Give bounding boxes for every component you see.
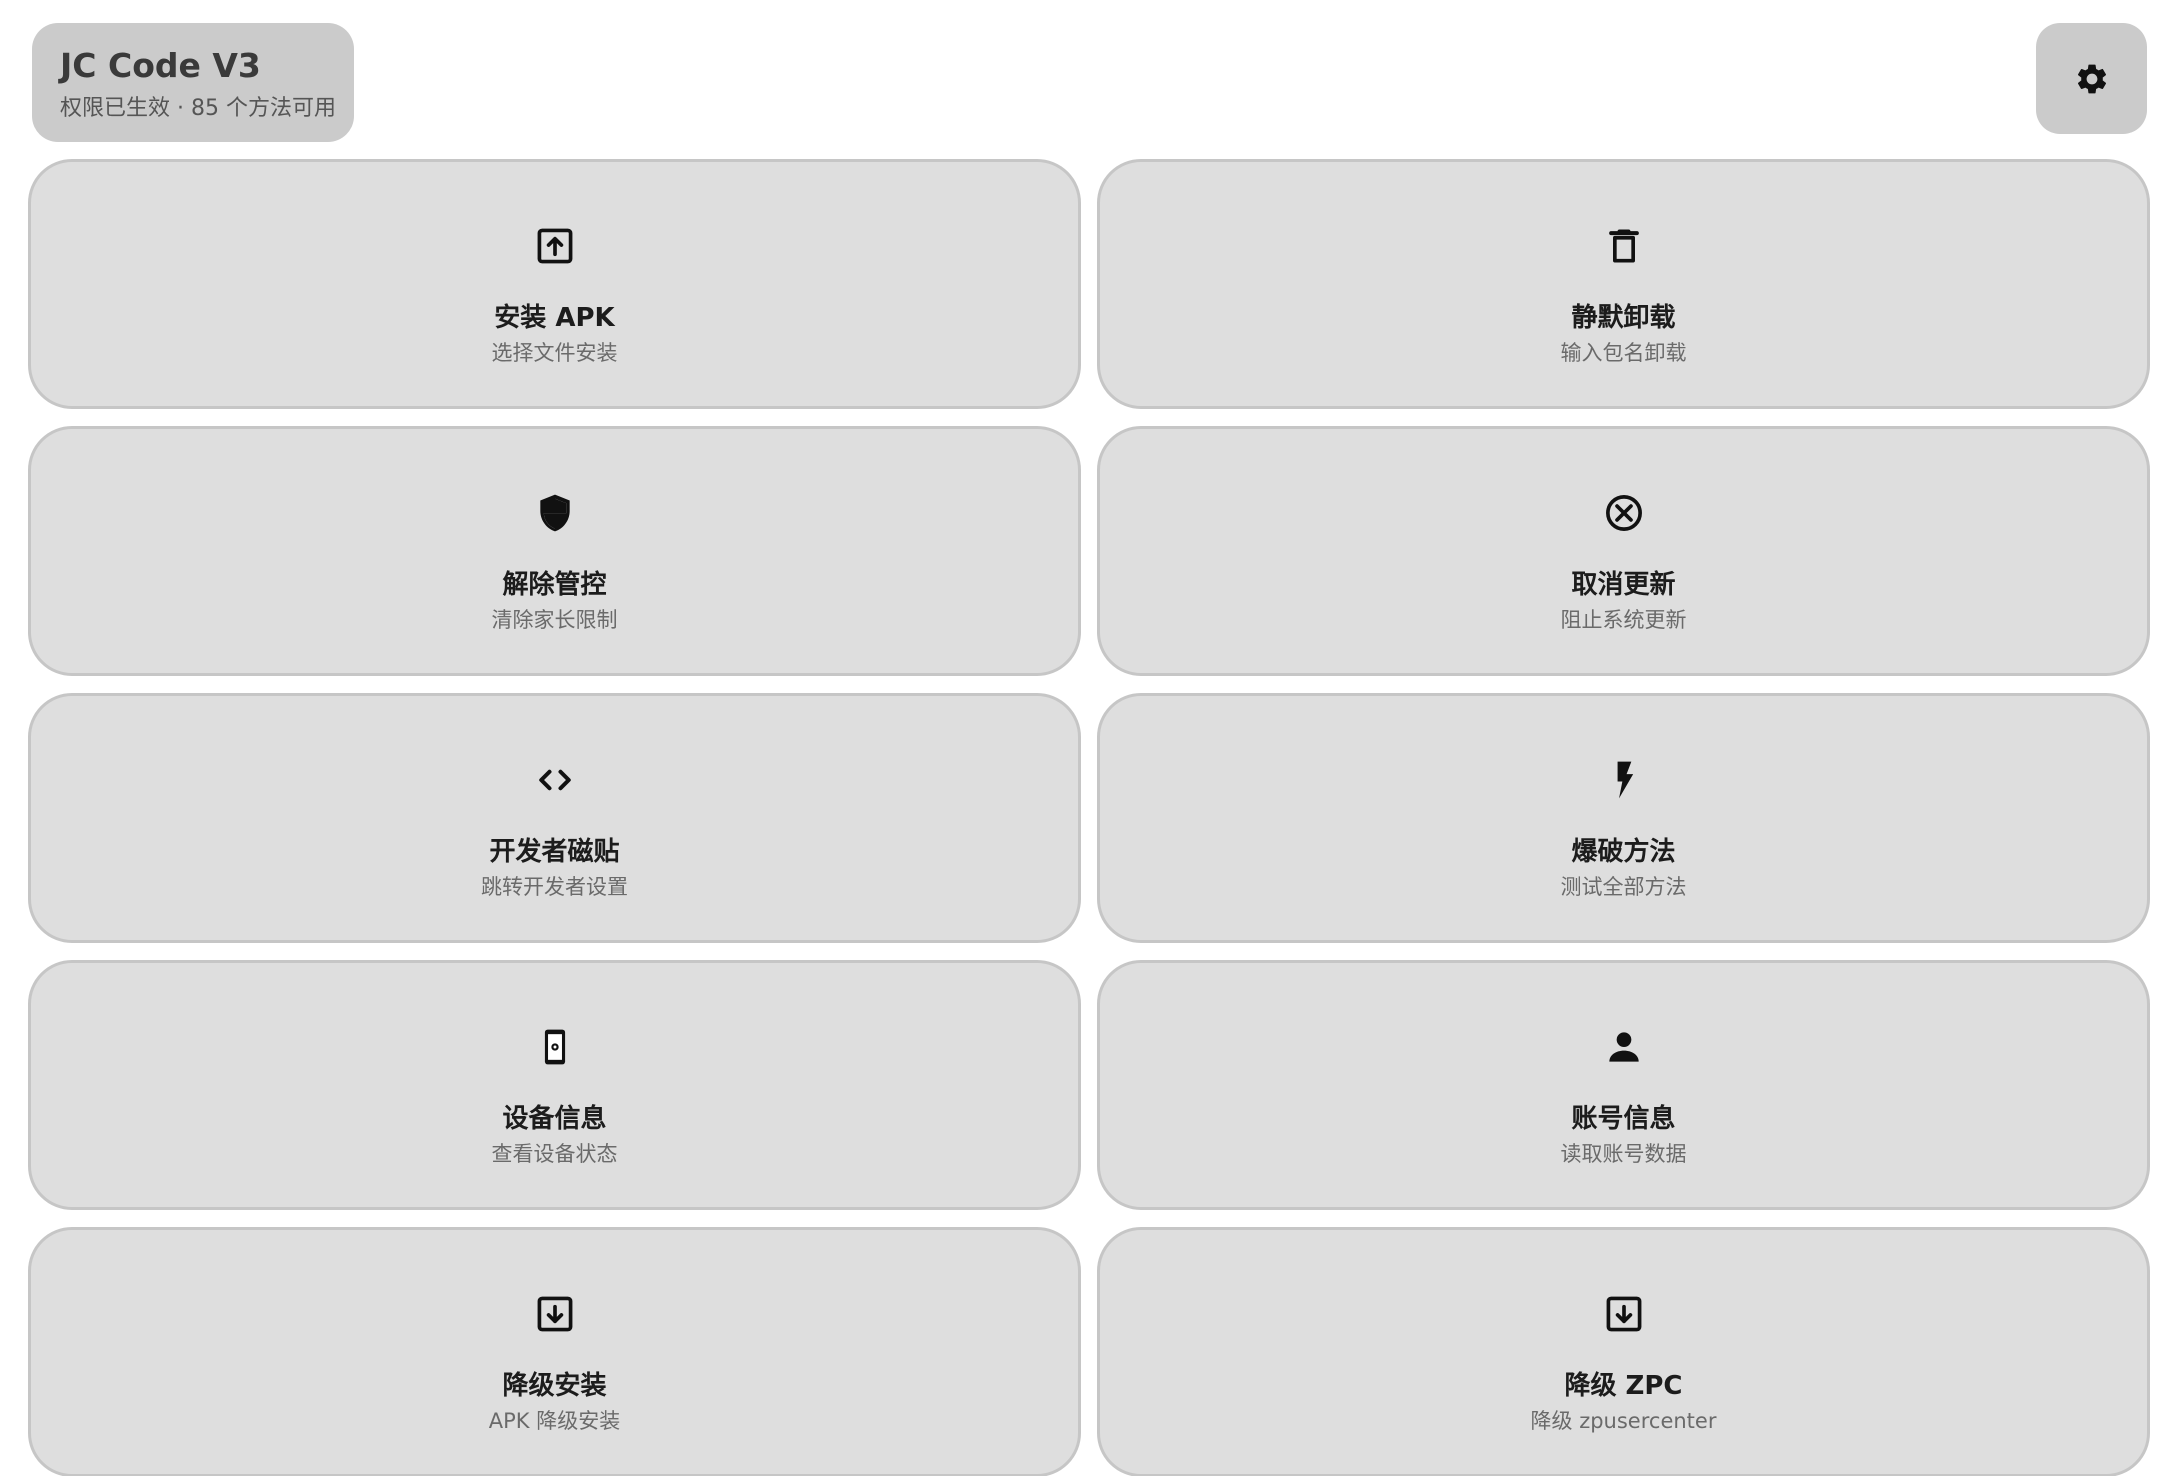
card-subtitle: 降级 zpusercenter: [1530, 1409, 1717, 1433]
settings-button[interactable]: [2036, 23, 2147, 134]
card-title: 取消更新: [1571, 570, 1676, 600]
app-header: JC Code V3 权限已生效 · 85 个方法可用: [32, 23, 354, 142]
account-info-card[interactable]: 账号信息 读取账号数据: [1097, 960, 2150, 1210]
phone-icon: [533, 1025, 577, 1069]
developer-tile-card[interactable]: 开发者磁贴 跳转开发者设置: [28, 693, 1081, 943]
app-title: JC Code V3: [60, 46, 261, 85]
downgrade-install-card[interactable]: 降级安装 APK 降级安装: [28, 1227, 1081, 1476]
action-grid: 安装 APK 选择文件安装 静默卸载 输入包名卸载 解除管控 清除家长限制 取消…: [28, 159, 2150, 1476]
app-screen: JC Code V3 权限已生效 · 85 个方法可用 安装 APK 选择文件安…: [0, 0, 2176, 1476]
card-title: 爆破方法: [1571, 837, 1676, 867]
cancel-update-card[interactable]: 取消更新 阻止系统更新: [1097, 426, 2150, 676]
card-subtitle: 输入包名卸载: [1560, 341, 1687, 365]
trash-icon: [1602, 224, 1646, 268]
card-subtitle: 测试全部方法: [1560, 875, 1687, 899]
brute-force-methods-card[interactable]: 爆破方法 测试全部方法: [1097, 693, 2150, 943]
device-info-card[interactable]: 设备信息 查看设备状态: [28, 960, 1081, 1210]
card-subtitle: 清除家长限制: [491, 608, 618, 632]
person-icon: [1602, 1025, 1646, 1069]
card-title: 降级安装: [502, 1371, 607, 1401]
lightning-icon: [1602, 758, 1646, 802]
shield-icon: [533, 491, 577, 535]
install-apk-card[interactable]: 安装 APK 选择文件安装: [28, 159, 1081, 409]
upload-box-icon: [533, 224, 577, 268]
silent-uninstall-card[interactable]: 静默卸载 输入包名卸载: [1097, 159, 2150, 409]
cancel-circle-icon: [1602, 491, 1646, 535]
card-title: 安装 APK: [494, 303, 615, 333]
card-title: 设备信息: [502, 1104, 607, 1134]
code-icon: [533, 758, 577, 802]
card-title: 解除管控: [502, 570, 607, 600]
remove-control-card[interactable]: 解除管控 清除家长限制: [28, 426, 1081, 676]
card-subtitle: 选择文件安装: [491, 341, 618, 365]
card-title: 账号信息: [1571, 1104, 1676, 1134]
card-title: 开发者磁贴: [489, 837, 620, 867]
card-subtitle: 查看设备状态: [491, 1142, 618, 1166]
card-title: 降级 ZPC: [1564, 1371, 1683, 1401]
downgrade-zpc-card[interactable]: 降级 ZPC 降级 zpusercenter: [1097, 1227, 2150, 1476]
gear-icon: [2077, 64, 2106, 93]
download-box-icon: [1602, 1292, 1646, 1336]
card-title: 静默卸载: [1571, 303, 1676, 333]
app-status-subtitle: 权限已生效 · 85 个方法可用: [60, 96, 336, 121]
download-box-icon: [533, 1292, 577, 1336]
card-subtitle: APK 降级安装: [488, 1409, 621, 1433]
card-subtitle: 阻止系统更新: [1560, 608, 1687, 632]
card-subtitle: 读取账号数据: [1560, 1142, 1687, 1166]
card-subtitle: 跳转开发者设置: [481, 875, 628, 899]
